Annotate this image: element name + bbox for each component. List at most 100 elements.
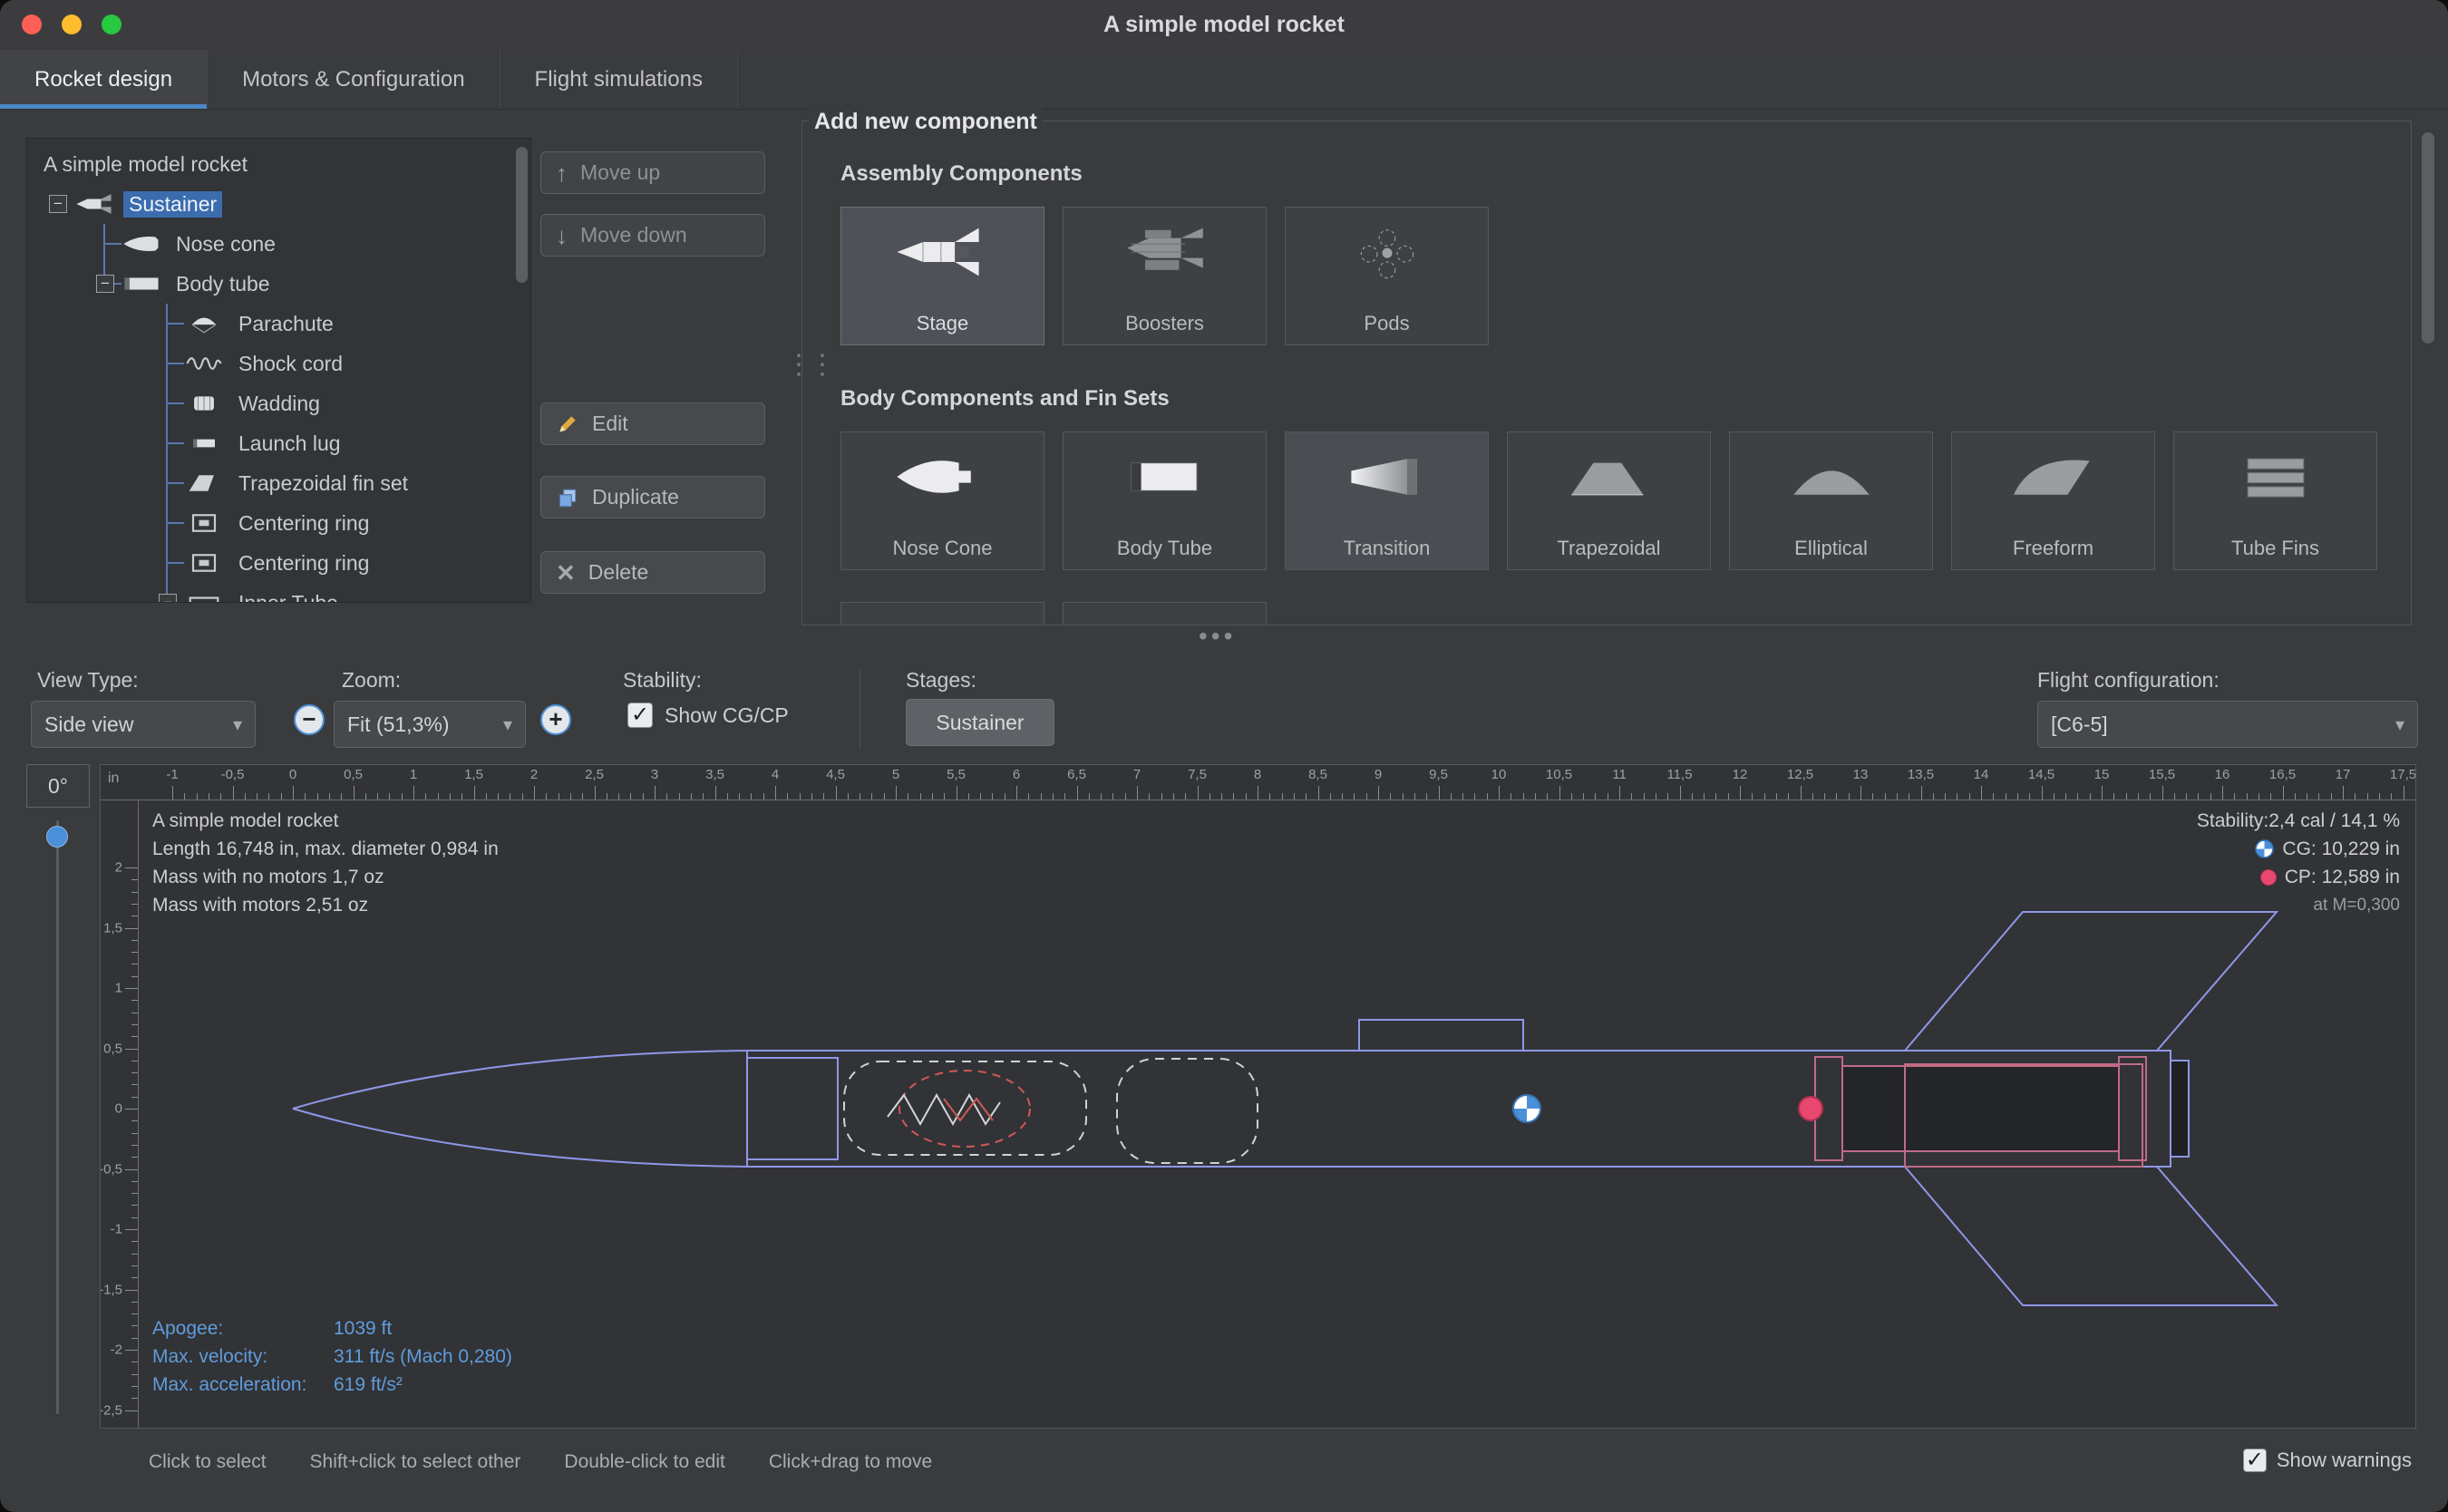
component-tile-tube-fins[interactable]: Tube Fins (2173, 431, 2377, 570)
show-warnings-control[interactable]: ✓ Show warnings (2243, 1449, 2412, 1472)
flight-label: Max. acceleration: (152, 1371, 334, 1399)
tab-flight-simulations[interactable]: Flight simulations (500, 50, 738, 109)
tree-root-item[interactable]: A simple model rocket (27, 144, 530, 184)
ruler-tick (329, 793, 330, 800)
ruler-tick (131, 1302, 138, 1303)
view-type-select[interactable]: Side view ▾ (31, 701, 256, 748)
component-tile-transition[interactable]: Transition (1285, 431, 1489, 570)
add-component-panel: Assembly Components StageBoostersPods Bo… (801, 121, 2412, 625)
stage-icon (841, 222, 1044, 282)
tree-item-wadding[interactable]: Wadding (27, 383, 530, 423)
duplicate-button[interactable]: Duplicate (540, 476, 765, 519)
ruler-tick (131, 1084, 138, 1085)
rocket-info-line: Mass with no motors 1,7 oz (152, 863, 499, 891)
component-tile-pods[interactable]: Pods (1285, 207, 1489, 345)
collapse-icon[interactable]: − (49, 195, 67, 213)
ruler-tick (751, 793, 752, 800)
ruler-tick (1680, 786, 1681, 800)
ruler-tick (1824, 793, 1825, 800)
ruler-tick (1535, 793, 1536, 800)
tree-item-trapezoidal-fin-set[interactable]: Trapezoidal fin set (27, 463, 530, 503)
ruler-tick (1788, 793, 1789, 800)
ruler-label: 14,5 (2028, 767, 2055, 782)
zoom-out-button[interactable]: − (294, 704, 325, 735)
ruler-label: 5 (892, 767, 899, 782)
ruler-label: 17,5 (2390, 767, 2416, 782)
tree-item-shock-cord[interactable]: Shock cord (27, 344, 530, 383)
ruler-tick (582, 793, 583, 800)
rotation-angle-field[interactable]: 0° (26, 764, 90, 808)
partial-tile[interactable] (840, 602, 1044, 625)
panel-scrollbar-thumb[interactable] (2422, 132, 2434, 344)
stage-toggle-sustainer[interactable]: Sustainer (906, 699, 1054, 746)
ruler-label: 0 (289, 767, 296, 782)
tab-rocket-design[interactable]: Rocket design (0, 50, 208, 109)
tab-motors-configuration[interactable]: Motors & Configuration (208, 50, 500, 109)
ring-icon (184, 551, 224, 575)
wadding-outline[interactable] (1117, 1059, 1258, 1163)
component-tile-nose-cone[interactable]: Nose Cone (840, 431, 1044, 570)
ruler-tick (896, 786, 897, 800)
ruler-label: 9 (1375, 767, 1382, 782)
component-tile-freeform[interactable]: Freeform (1951, 431, 2155, 570)
tree-item-label: Shock cord (233, 351, 348, 377)
ruler-unit-label: in (108, 771, 119, 787)
collapse-handle-icon[interactable]: ••• (1199, 622, 1236, 651)
ruler-tick (2391, 793, 2392, 800)
inner-tube-outline[interactable] (1842, 1066, 2119, 1151)
shock-cord-anchor-line[interactable] (944, 1099, 993, 1120)
flight-configuration-select[interactable]: [C6-5] ▾ (2037, 701, 2418, 748)
tree-item-launch-lug[interactable]: Launch lug (27, 423, 530, 463)
ruler-tick (131, 1181, 138, 1182)
zoom-select[interactable]: Fit (51,3%) ▾ (334, 701, 526, 748)
rotation-slider-knob[interactable] (46, 826, 68, 848)
zoom-in-button[interactable]: + (540, 704, 571, 735)
ruler-tick (2054, 793, 2055, 800)
tree-scrollbar-thumb[interactable] (516, 147, 528, 283)
tree-item-inner-tube[interactable]: −Inner Tube (27, 583, 530, 603)
show-warnings-label: Show warnings (2277, 1449, 2412, 1472)
ruler-tick (131, 1374, 138, 1375)
ruler-tick (233, 786, 234, 800)
delete-button[interactable]: ✕ Delete (540, 551, 765, 594)
component-tile-stage[interactable]: Stage (840, 207, 1044, 345)
engine-block[interactable] (2171, 1061, 2189, 1157)
ruler-tick (131, 1036, 138, 1037)
tree-item-centering-ring[interactable]: Centering ring (27, 503, 530, 543)
ruler-tick (131, 904, 138, 905)
ruler-tick (281, 793, 282, 800)
ruler-label: 2 (115, 860, 122, 876)
component-tile-body-tube[interactable]: Body Tube (1063, 431, 1267, 570)
ruler-tick (125, 928, 138, 929)
tree-item-centering-ring[interactable]: Centering ring (27, 543, 530, 583)
tree-item-parachute[interactable]: Parachute (27, 304, 530, 344)
show-warnings-checkbox[interactable]: ✓ (2243, 1449, 2267, 1472)
ruler-tick (1559, 786, 1560, 800)
cp-value: CP: 12,589 in (2285, 863, 2400, 891)
rocket-canvas[interactable]: in -1-0,500,511,522,533,544,555,566,577,… (100, 764, 2416, 1429)
show-cg-cp-checkbox[interactable]: ✓ (627, 703, 653, 728)
ruler-tick (1715, 793, 1716, 800)
ruler-tick (1378, 786, 1379, 800)
move-up-button[interactable]: ↑ Move up (540, 151, 765, 194)
ruler-tick (245, 793, 246, 800)
ruler-tick (131, 1254, 138, 1255)
nose-cone-icon (841, 447, 1044, 507)
ruler-tick (131, 879, 138, 880)
tree-item-sustainer[interactable]: −Sustainer (27, 184, 530, 224)
ruler-tick (131, 1386, 138, 1387)
ruler-tick (1897, 793, 1898, 800)
title-bar[interactable]: A simple model rocket (0, 0, 2448, 51)
component-tile-trapezoidal[interactable]: Trapezoidal (1507, 431, 1711, 570)
rotation-slider-track[interactable] (56, 820, 59, 1414)
component-tile-elliptical[interactable]: Elliptical (1729, 431, 1933, 570)
collapse-icon[interactable]: − (159, 594, 177, 603)
move-down-button[interactable]: ↓ Move down (540, 214, 765, 257)
parachute-outline[interactable] (844, 1061, 1086, 1155)
collapse-icon[interactable]: − (96, 275, 114, 293)
streamer-outline[interactable] (899, 1071, 1030, 1147)
component-tile-boosters[interactable]: Boosters (1063, 207, 1267, 345)
flight-row: Apogee:1039 ft (152, 1314, 512, 1342)
copy-icon (556, 486, 579, 509)
edit-button[interactable]: Edit (540, 402, 765, 445)
